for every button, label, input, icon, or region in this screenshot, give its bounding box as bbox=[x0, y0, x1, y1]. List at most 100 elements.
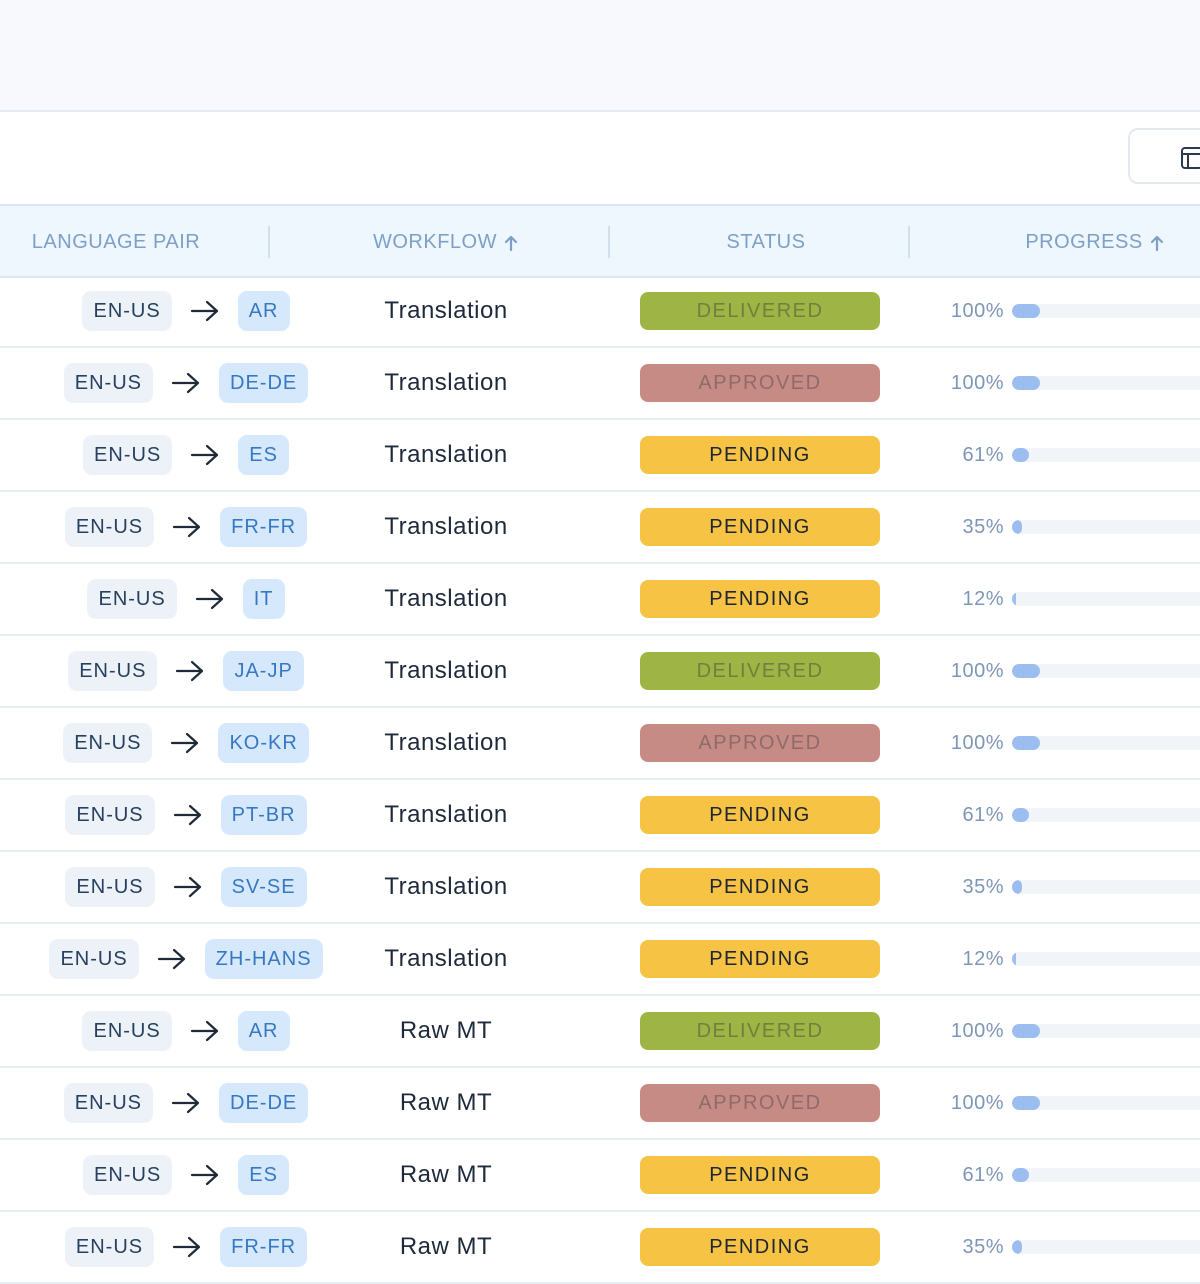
workflow-cell: Translation bbox=[384, 801, 508, 828]
source-language-chip: EN-US bbox=[83, 435, 173, 475]
progress-bar bbox=[1012, 592, 1200, 606]
column-separator[interactable] bbox=[908, 226, 910, 258]
arrow-right-icon bbox=[190, 300, 218, 322]
status-badge: PENDING bbox=[640, 868, 880, 906]
progress-bar bbox=[1012, 520, 1200, 534]
progress-bar-fill bbox=[1012, 1096, 1040, 1110]
column-header-progress[interactable]: PROGRESS bbox=[1000, 206, 1190, 276]
source-language-chip: EN-US bbox=[65, 867, 155, 907]
column-separator[interactable] bbox=[608, 226, 610, 258]
progress-bar bbox=[1012, 1024, 1200, 1038]
source-language-chip: EN-US bbox=[49, 939, 139, 979]
progress-label: 35% bbox=[962, 876, 1004, 898]
table-row[interactable]: EN-US SV-SE Translation PENDING 35% bbox=[0, 852, 1200, 924]
progress-bar-fill bbox=[1012, 520, 1022, 534]
status-badge: PENDING bbox=[640, 508, 880, 546]
workflow-cell: Translation bbox=[384, 729, 508, 756]
layout-icon bbox=[1181, 147, 1200, 169]
progress-bar-fill bbox=[1012, 880, 1022, 894]
source-language-chip: EN-US bbox=[83, 1155, 173, 1195]
workflow-cell: Translation bbox=[384, 657, 508, 684]
arrow-right-icon bbox=[173, 804, 201, 826]
progress-bar-fill bbox=[1012, 304, 1040, 318]
table-row[interactable]: EN-US AR Raw MT DELIVERED 100% bbox=[0, 996, 1200, 1068]
arrow-right-icon bbox=[171, 1092, 200, 1114]
table-row[interactable]: EN-US KO-KR Translation APPROVED 100% bbox=[0, 708, 1200, 780]
table-row[interactable]: EN-US PT-BR Translation PENDING 61% bbox=[0, 780, 1200, 852]
progress-bar bbox=[1012, 304, 1200, 318]
arrow-right-icon bbox=[191, 444, 219, 466]
arrow-right-icon bbox=[173, 876, 201, 898]
progress-bar bbox=[1012, 448, 1200, 462]
status-badge: PENDING bbox=[640, 796, 880, 834]
arrow-up-icon bbox=[1150, 235, 1163, 251]
table-row[interactable]: EN-US AR Translation DELIVERED 100% bbox=[0, 276, 1200, 348]
column-header-language-pair[interactable]: LANGUAGE PAIR bbox=[0, 206, 232, 276]
workflow-cell: Translation bbox=[384, 297, 508, 324]
workflow-cell: Translation bbox=[384, 513, 508, 540]
table-row[interactable]: EN-US IT Translation PENDING 12% bbox=[0, 564, 1200, 636]
workflow-cell: Translation bbox=[384, 441, 508, 468]
table-row[interactable]: EN-US FR-FR Translation PENDING 35% bbox=[0, 492, 1200, 564]
column-header-label: WORKFLOW bbox=[373, 231, 497, 253]
status-badge: DELIVERED bbox=[640, 292, 880, 330]
progress-bar bbox=[1012, 376, 1200, 390]
source-language-chip: EN-US bbox=[63, 723, 153, 763]
source-language-chip: EN-US bbox=[64, 1227, 155, 1267]
table-row[interactable]: EN-US ES Raw MT PENDING 61% bbox=[0, 1140, 1200, 1212]
column-header-label: STATUS bbox=[726, 231, 806, 253]
table-body: EN-US AR Translation DELIVERED 100% EN-US DE-D… bbox=[0, 276, 1200, 1284]
arrow-right-icon bbox=[191, 1164, 219, 1186]
workflow-cell: Raw MT bbox=[399, 1089, 493, 1116]
table-row[interactable]: EN-US JA-JP Translation DELIVERED 100% bbox=[0, 636, 1200, 708]
status-badge: APPROVED bbox=[640, 724, 880, 762]
status-badge: PENDING bbox=[640, 940, 880, 978]
progress-bar bbox=[1012, 808, 1200, 822]
table-row[interactable]: EN-US DE-DE Raw MT APPROVED 100% bbox=[0, 1068, 1200, 1140]
column-header-label: LANGUAGE PAIR bbox=[31, 231, 201, 253]
status-badge: APPROVED bbox=[640, 364, 880, 402]
progress-bar-fill bbox=[1012, 952, 1016, 966]
column-header-status[interactable]: STATUS bbox=[624, 206, 908, 276]
status-badge: PENDING bbox=[640, 580, 880, 618]
table-header: LANGUAGE PAIR WORKFLOW STATUS PROGRESS bbox=[0, 204, 1200, 278]
progress-label: 35% bbox=[962, 1236, 1004, 1258]
status-badge: DELIVERED bbox=[640, 1012, 880, 1050]
progress-bar bbox=[1012, 952, 1200, 966]
progress-bar-fill bbox=[1012, 808, 1029, 822]
progress-bar bbox=[1012, 736, 1200, 750]
workflow-cell: Translation bbox=[384, 873, 508, 900]
progress-bar-fill bbox=[1012, 1240, 1022, 1254]
status-badge: DELIVERED bbox=[640, 652, 880, 690]
column-header-label: PROGRESS bbox=[1025, 231, 1143, 253]
table-row[interactable]: EN-US ZH-HANS Translation PENDING 12% bbox=[0, 924, 1200, 996]
source-language-chip: EN-US bbox=[82, 1011, 172, 1051]
progress-bar-fill bbox=[1012, 736, 1040, 750]
progress-label: 61% bbox=[962, 804, 1004, 826]
arrow-right-icon bbox=[171, 732, 199, 754]
progress-label: 61% bbox=[962, 1164, 1004, 1186]
column-header-workflow[interactable]: WORKFLOW bbox=[268, 206, 624, 276]
arrow-right-icon bbox=[176, 660, 204, 682]
source-language-chip: EN-US bbox=[63, 1083, 153, 1123]
table-row[interactable]: EN-US FR-FR Raw MT PENDING 35% bbox=[0, 1212, 1200, 1284]
workflow-cell: Raw MT bbox=[399, 1233, 493, 1260]
progress-label: 12% bbox=[962, 948, 1004, 970]
progress-label: 100% bbox=[950, 1020, 1004, 1042]
workflow-cell: Raw MT bbox=[399, 1161, 493, 1188]
progress-bar-fill bbox=[1012, 1024, 1040, 1038]
source-language-chip: EN-US bbox=[65, 795, 155, 835]
progress-label: 100% bbox=[950, 1092, 1004, 1114]
workflow-cell: Translation bbox=[384, 945, 508, 972]
table-layout-button[interactable] bbox=[1128, 128, 1200, 184]
progress-bar bbox=[1012, 1240, 1200, 1254]
arrow-up-icon bbox=[504, 235, 518, 251]
progress-bar-fill bbox=[1012, 664, 1040, 678]
arrow-right-icon bbox=[173, 516, 201, 538]
source-language-chip: EN-US bbox=[82, 291, 172, 331]
arrow-right-icon bbox=[190, 1020, 218, 1042]
table-row[interactable]: EN-US DE-DE Translation APPROVED 100% bbox=[0, 348, 1200, 420]
progress-bar-fill bbox=[1012, 1168, 1029, 1182]
table-row[interactable]: EN-US ES Translation PENDING 61% bbox=[0, 420, 1200, 492]
workflow-cell: Translation bbox=[384, 369, 508, 396]
